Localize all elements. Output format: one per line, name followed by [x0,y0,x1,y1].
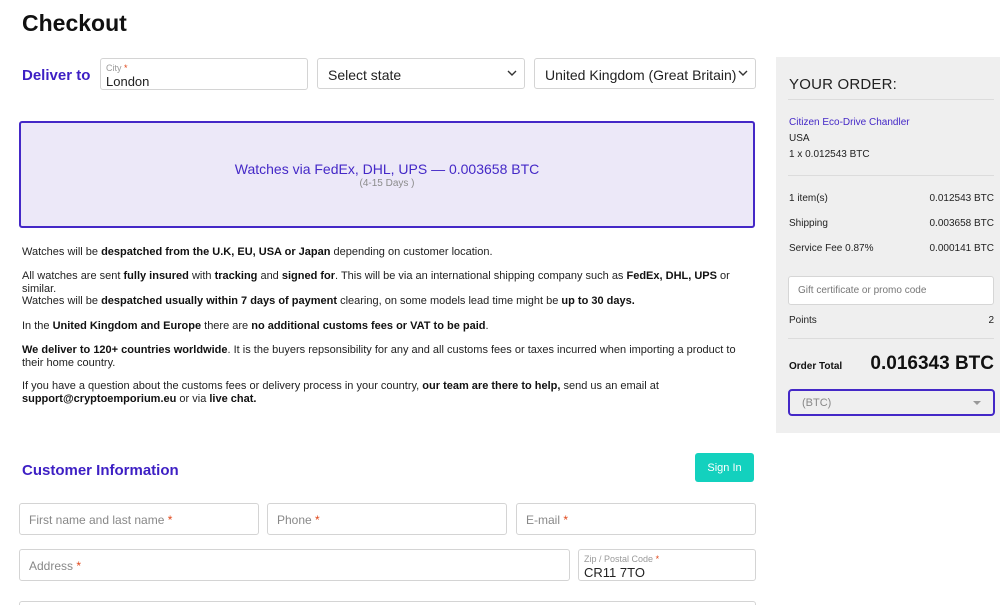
city-value: London [106,74,150,89]
order-total-value: 0.016343 BTC [870,353,994,374]
order-heading: YOUR ORDER: [789,76,898,93]
zip-field[interactable]: Zip / Postal Code * CR11 7TO [578,549,756,581]
currency-select[interactable]: (BTC) [788,389,995,416]
summary-row-points: Points 2 [789,315,994,326]
caret-down-icon [973,401,981,405]
divider [788,175,994,176]
shipping-option-selected[interactable]: Watches via FedEx, DHL, UPS — 0.003658 B… [19,121,755,228]
summary-row-service-fee: Service Fee 0.87% 0.000141 BTC [789,243,994,254]
chevron-down-icon [507,70,517,76]
state-select-value: Select state [328,67,402,83]
info-paragraph: Watches will be despatched from the U.K,… [22,246,493,258]
country-select-value: United Kingdom (Great Britain) [545,67,737,83]
country-select[interactable]: United Kingdom (Great Britain) [534,58,756,89]
live-chat-link[interactable]: live chat. [209,393,256,405]
page-title: Checkout [22,10,127,36]
city-label: City * [106,63,128,73]
next-field[interactable] [19,601,756,605]
info-paragraph: We deliver to 120+ countries worldwide. … [22,344,736,369]
summary-row-shipping: Shipping 0.003658 BTC [789,218,994,229]
email-field[interactable]: E-mail * [516,503,756,535]
deliver-to-label: Deliver to [22,67,91,84]
summary-row-items: 1 item(s) 0.012543 BTC [789,193,994,204]
info-paragraph: All watches are sent fully insured with … [22,270,730,295]
info-paragraph: In the United Kingdom and Europe there a… [22,320,489,332]
chevron-down-icon [738,70,748,76]
product-quantity: 1 x 0.012543 BTC [789,149,870,160]
info-paragraph: Watches will be despatched usually withi… [22,295,635,307]
product-origin: USA [789,133,810,144]
state-select[interactable]: Select state [317,58,525,89]
address-field[interactable]: Address * [19,549,570,581]
promo-code-input[interactable]: Gift certificate or promo code [788,276,994,305]
order-total-label: Order Total [789,361,843,372]
sign-in-button[interactable]: Sign In [695,453,754,482]
product-name-link[interactable]: Citizen Eco-Drive Chandler [789,117,910,128]
customer-information-title: Customer Information [22,462,179,479]
zip-value: CR11 7TO [584,565,645,580]
city-field[interactable]: City * London [100,58,308,90]
shipping-option-title: Watches via FedEx, DHL, UPS — 0.003658 B… [234,161,540,177]
divider [788,99,994,100]
shipping-option-duration: (4-15 Days ) [359,178,415,189]
phone-field[interactable]: Phone * [267,503,507,535]
zip-label: Zip / Postal Code * [584,554,660,564]
name-field[interactable]: First name and last name * [19,503,259,535]
support-email[interactable]: support@cryptoemporium.eu [22,393,176,405]
order-summary: YOUR ORDER: Citizen Eco-Drive Chandler U… [776,57,1000,433]
divider [788,338,994,339]
info-paragraph: If you have a question about the customs… [22,380,659,405]
